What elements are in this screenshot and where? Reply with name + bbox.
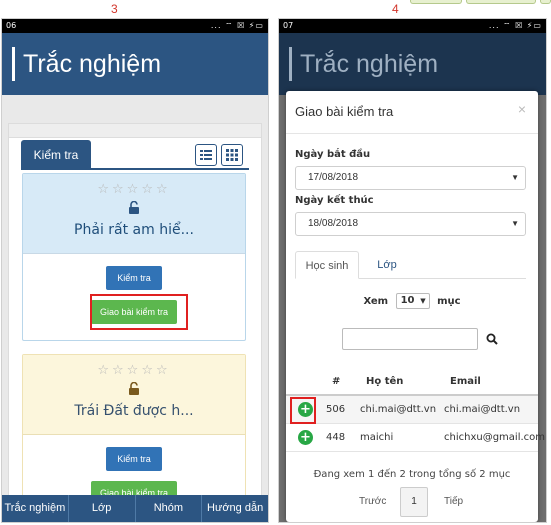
app-title: Trắc nghiệm [300, 49, 439, 78]
quiz-title[interactable]: Trái Đất được h... [23, 403, 245, 419]
status-bar: 06 ... ⌔ ☒ ⚡▭ [2, 19, 268, 33]
start-date-value: 17/08/2018 [308, 172, 359, 183]
start-date-select[interactable]: 17/08/2018 ▼ [295, 166, 526, 190]
top-button-fragment [540, 0, 551, 4]
nav-nhom[interactable]: Nhóm [136, 495, 203, 522]
quiz-card-header: ☆☆☆☆☆ Phải rất am hiể... [23, 174, 245, 254]
end-date-label: Ngày kết thúc [295, 195, 374, 206]
list-icon [200, 150, 212, 160]
unlock-icon [129, 382, 139, 395]
show-suffix: mục [437, 296, 461, 307]
bottom-navigation: Trắc nghiệm Lớp Nhóm Hướng dẫn [2, 495, 268, 522]
column-header: # [332, 376, 341, 387]
status-time: 06 [6, 21, 17, 30]
assign-test-modal: Giao bài kiểm tra × Ngày bắt đầu 17/08/2… [286, 91, 545, 522]
top-button-fragment [410, 0, 462, 4]
assign-target-tabs: Học sinh Lớp [295, 251, 526, 279]
app-title: Trắc nghiệm [23, 49, 162, 78]
highlight-box [290, 397, 316, 424]
search-icon[interactable] [486, 333, 498, 345]
kiem-tra-button[interactable]: Kiểm tra [106, 266, 162, 290]
start-date-label: Ngày bắt đầu [295, 149, 371, 160]
grid-view-button[interactable] [221, 144, 243, 166]
page-size-value: 10 [400, 295, 415, 306]
step-number-3: 3 [111, 2, 118, 16]
row-id: 506 [326, 404, 346, 415]
status-icons: ... ⌔ ☒ ⚡▭ [210, 21, 264, 30]
close-icon[interactable]: × [518, 101, 526, 117]
list-view-button[interactable] [195, 144, 217, 166]
status-time: 07 [283, 21, 294, 30]
quiz-card-header: ☆☆☆☆☆ Trái Đất được h... [23, 355, 245, 435]
end-date-value: 18/08/2018 [308, 218, 359, 229]
row-name: chi.mai@dtt.vn [360, 404, 437, 415]
row-email: chichxu@gmail.com [444, 432, 546, 443]
nav-trac-nghiem[interactable]: Trắc nghiệm [2, 495, 69, 522]
tab-hoc-sinh[interactable]: Học sinh [295, 251, 359, 279]
unlock-icon [129, 201, 139, 214]
row-email: chi.mai@dtt.vn [444, 404, 521, 415]
search-input[interactable] [342, 328, 478, 350]
top-button-fragment [466, 0, 536, 4]
pagination-info: Đang xem 1 đến 2 trong tổng số 2 mục [313, 469, 511, 480]
end-date-select[interactable]: 18/08/2018 ▼ [295, 212, 526, 236]
panel-header [9, 124, 261, 138]
quiz-title[interactable]: Phải rất am hiể... [23, 222, 245, 238]
title-accent-bar [289, 47, 292, 81]
grid-icon [226, 149, 238, 161]
column-header: Họ tên [366, 376, 404, 387]
tab-row: Kiểm tra [21, 140, 249, 170]
column-header: Email [450, 376, 481, 387]
add-icon[interactable]: + [298, 430, 313, 445]
prev-page-button[interactable]: Trước [359, 487, 386, 517]
phone-screen-right: 07 ... ⌔ ☒ ⚡▭ Trắc nghiệm Giao bài kiểm … [278, 18, 547, 523]
highlight-box [90, 294, 188, 330]
nav-lop[interactable]: Lớp [69, 495, 136, 522]
page-size-row: Xem 10 ▼ mục [286, 293, 538, 309]
tutorial-composite: 3 4 06 ... ⌔ ☒ ⚡▭ Trắc nghiệm Kiểm tra ☆… [0, 0, 551, 525]
rating-stars: ☆☆☆☆☆ [97, 182, 171, 197]
phone-screen-left: 06 ... ⌔ ☒ ⚡▭ Trắc nghiệm Kiểm tra ☆☆☆☆☆… [1, 18, 269, 523]
status-icons: ... ⌔ ☒ ⚡▭ [488, 21, 542, 30]
divider [286, 133, 538, 134]
step-number-4: 4 [392, 2, 399, 16]
tab-kiem-tra[interactable]: Kiểm tra [21, 140, 91, 170]
page-number-button[interactable]: 1 [400, 487, 428, 517]
show-label: Xem [363, 296, 389, 307]
spacer [2, 95, 268, 123]
rating-stars: ☆☆☆☆☆ [97, 363, 171, 378]
row-name: maichi [360, 432, 394, 443]
next-page-button[interactable]: Tiếp [444, 487, 463, 517]
app-header-dimmed: Trắc nghiệm [279, 33, 546, 95]
app-header: Trắc nghiệm [2, 33, 268, 95]
title-accent-bar [12, 47, 15, 81]
tab-lop[interactable]: Lớp [365, 251, 409, 279]
chevron-down-icon: ▼ [420, 297, 426, 305]
modal-title: Giao bài kiểm tra [295, 104, 394, 119]
pagination: Trước 1 Tiếp [286, 487, 538, 517]
page-size-select[interactable]: 10 ▼ [395, 293, 430, 309]
table-row: + 448 maichi chichxu@gmail.com [286, 424, 545, 452]
kiem-tra-button[interactable]: Kiểm tra [106, 447, 162, 471]
row-id: 448 [326, 432, 346, 443]
table-row: + 506 chi.mai@dtt.vn chi.mai@dtt.vn [286, 396, 538, 424]
nav-huong-dan[interactable]: Hướng dẫn [202, 495, 268, 522]
table-header: # Họ tên Email [286, 368, 538, 396]
chevron-down-icon: ▼ [511, 173, 519, 182]
chevron-down-icon: ▼ [511, 219, 519, 228]
status-bar: 07 ... ⌔ ☒ ⚡▭ [279, 19, 546, 33]
